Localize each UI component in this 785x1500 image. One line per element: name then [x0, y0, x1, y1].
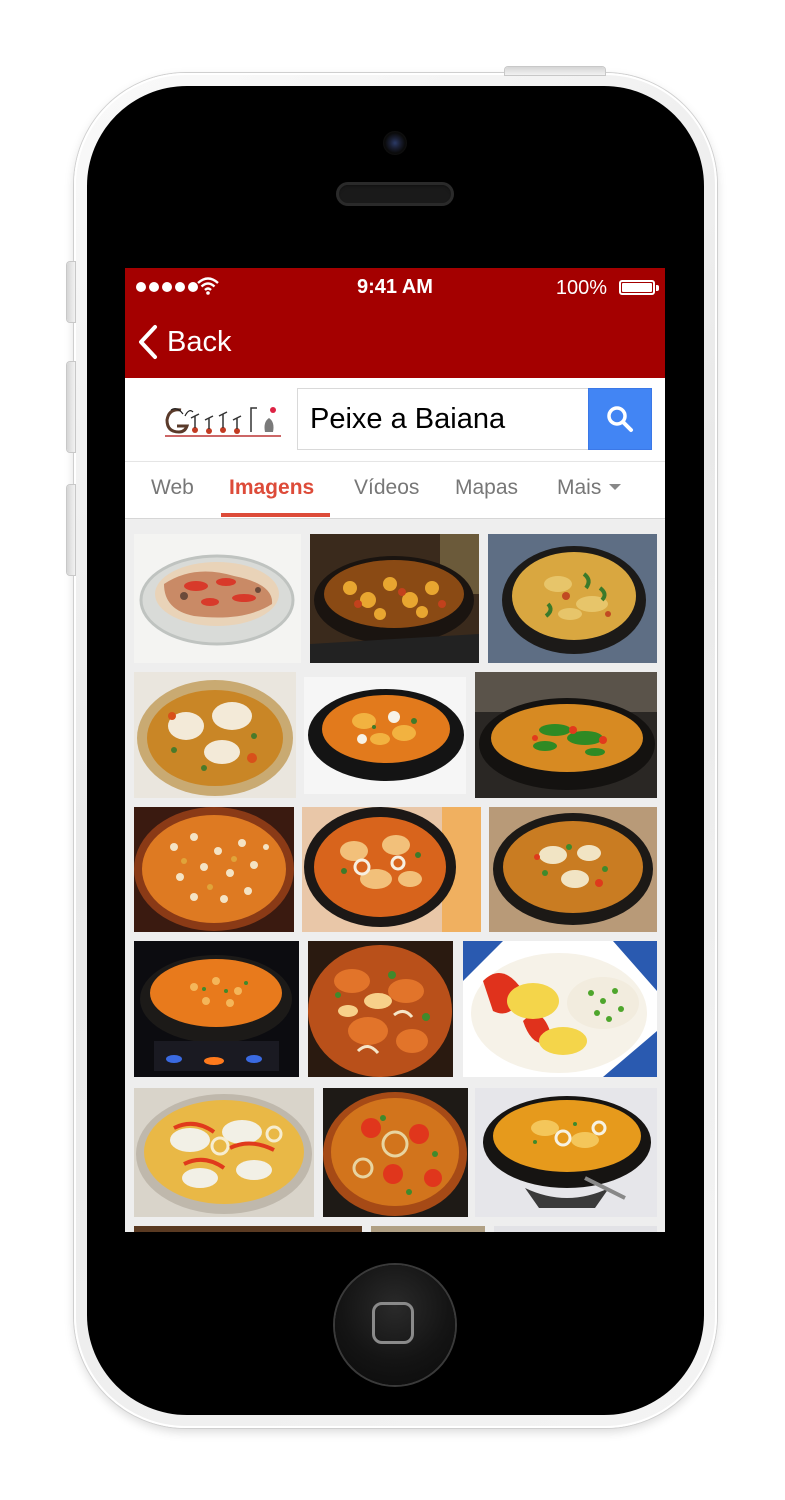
power-button — [505, 67, 605, 75]
home-button-icon — [372, 1302, 414, 1344]
search-tabs: Web Imagens Vídeos Mapas Mais — [125, 461, 665, 519]
search-input[interactable]: Peixe a Baiana — [297, 388, 588, 450]
tab-web[interactable]: Web — [151, 476, 194, 500]
image-result[interactable] — [475, 672, 657, 798]
image-result[interactable] — [463, 941, 657, 1077]
status-bar: 9:41 AM 100% — [125, 268, 665, 308]
active-tab-indicator — [221, 513, 330, 517]
battery-tip — [656, 285, 659, 291]
back-chevron-icon — [139, 325, 157, 359]
navigation-bar: Back — [125, 318, 665, 368]
image-result[interactable] — [134, 672, 296, 798]
search-button[interactable] — [588, 388, 652, 450]
image-result[interactable] — [308, 941, 453, 1077]
image-result[interactable] — [371, 1226, 485, 1232]
search-row: Peixe a Baiana — [125, 378, 665, 460]
tab-images[interactable]: Imagens — [229, 476, 314, 500]
image-result[interactable] — [134, 1088, 314, 1217]
image-result[interactable] — [488, 534, 657, 663]
image-result[interactable] — [475, 1088, 657, 1217]
dropdown-caret-icon — [609, 483, 622, 490]
image-result[interactable] — [134, 534, 301, 663]
volume-up-button — [67, 362, 75, 452]
tab-more[interactable]: Mais — [557, 476, 622, 500]
battery-percent: 100% — [555, 277, 607, 299]
tab-more-label: Mais — [557, 476, 602, 499]
image-result[interactable] — [134, 941, 299, 1077]
search-icon — [607, 406, 633, 432]
app-header: 9:41 AM 100% Back — [125, 268, 665, 378]
image-result[interactable] — [304, 677, 466, 794]
image-result[interactable] — [489, 807, 657, 932]
battery-icon — [619, 280, 655, 295]
front-camera — [383, 131, 407, 155]
back-button[interactable]: Back — [137, 324, 231, 360]
image-result[interactable] — [134, 1226, 362, 1232]
tab-maps[interactable]: Mapas — [455, 476, 518, 500]
image-result[interactable] — [134, 807, 294, 932]
volume-down-button — [67, 485, 75, 575]
image-results-grid — [125, 520, 665, 1232]
image-result[interactable] — [323, 1088, 468, 1217]
image-result[interactable] — [494, 1226, 657, 1232]
image-result[interactable] — [310, 534, 479, 663]
back-label: Back — [167, 325, 232, 358]
image-result[interactable] — [302, 807, 481, 932]
earpiece-speaker — [336, 182, 454, 206]
tab-videos[interactable]: Vídeos — [354, 476, 419, 500]
mute-switch — [67, 262, 75, 322]
google-doodle-logo — [165, 407, 281, 437]
screen: 9:41 AM 100% Back Peixe a Baiana Web Ima… — [125, 268, 665, 1232]
